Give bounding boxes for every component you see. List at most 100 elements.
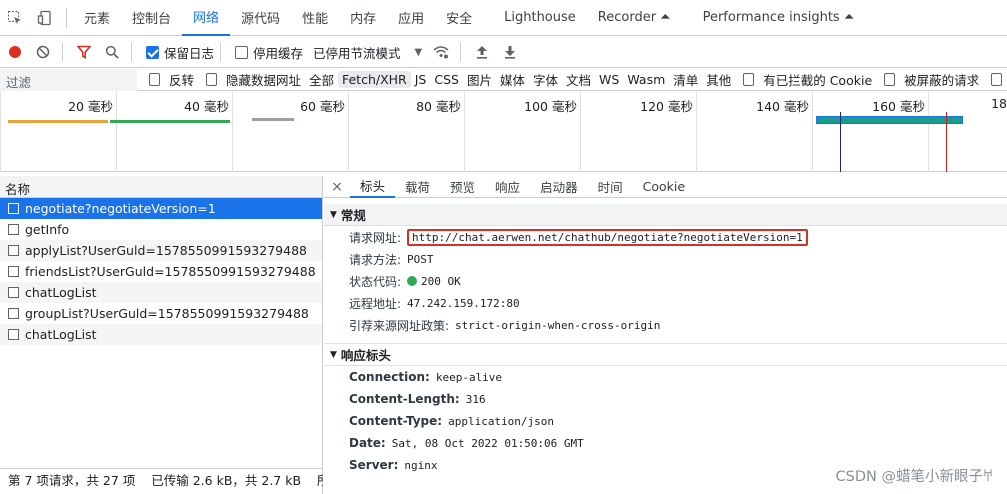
request-list-pane: 名称 negotiate?negotiateVersion=1 getInfo … xyxy=(0,176,323,494)
detail-tabs: × 标头 载荷 预览 响应 启动器 时间 Cookie xyxy=(324,176,1007,198)
request-icon xyxy=(8,266,19,277)
invert-checkbox[interactable] xyxy=(149,73,160,86)
type-filter-css[interactable]: CSS xyxy=(430,72,463,87)
field-label: 请求网址: xyxy=(349,230,402,245)
type-filter-font[interactable]: 字体 xyxy=(529,70,562,89)
request-row[interactable]: getInfo xyxy=(0,219,322,240)
search-button[interactable] xyxy=(99,39,125,65)
request-name: getInfo xyxy=(25,222,70,237)
type-filter-all[interactable]: 全部 xyxy=(305,70,338,89)
type-filter-ws[interactable]: WS xyxy=(595,72,623,87)
timeline-tick: 20 毫秒 xyxy=(68,99,113,114)
blocked-requests-checkbox[interactable] xyxy=(884,73,896,86)
tab-headers[interactable]: 标头 xyxy=(350,176,396,198)
type-filter-media[interactable]: 媒体 xyxy=(496,70,529,89)
request-method-row: 请求方法: POST xyxy=(324,248,1007,270)
grid-line xyxy=(812,92,813,172)
watermark: CSDN @蜡笔小新眼子𐀀 xyxy=(835,469,994,485)
invert-label: 反转 xyxy=(169,73,195,88)
tab-console[interactable]: 控制台 xyxy=(121,0,182,36)
header-value: Sat, 08 Oct 2022 01:50:06 GMT xyxy=(391,436,584,450)
request-name: applyList?UserGuld=1578550991593279488 xyxy=(25,243,307,258)
type-filter-img[interactable]: 图片 xyxy=(463,70,496,89)
header-row: Date: Sat, 08 Oct 2022 01:50:06 GMT xyxy=(324,432,1007,454)
network-toolbar: 保留日志 停用缓存 已停用节流模式 ▼ xyxy=(0,37,1007,68)
general-section-header[interactable]: ▼ 常规 xyxy=(324,204,1007,226)
referrer-policy-row: 引荐来源网址政策: strict-origin-when-cross-origi… xyxy=(324,314,1007,336)
request-name: friendsList?UserGuld=1578550991593279488 xyxy=(25,264,316,279)
header-value: 316 xyxy=(465,392,486,406)
tab-elements[interactable]: 元素 xyxy=(73,0,121,36)
type-filter-other[interactable]: 其他 xyxy=(702,70,735,89)
header-row: Content-Length: 316 xyxy=(324,388,1007,410)
timeline-bar xyxy=(8,120,108,123)
tab-cookies[interactable]: Cookie xyxy=(633,176,695,198)
type-filter-js[interactable]: JS xyxy=(411,72,431,87)
tab-performance-insights[interactable]: Performance insights ⏶ xyxy=(692,0,866,36)
wifi-settings-icon xyxy=(433,46,449,59)
grid-line xyxy=(580,92,581,172)
network-conditions-button[interactable] xyxy=(428,39,454,65)
request-icon xyxy=(8,203,19,214)
header-row: Connection: keep-alive xyxy=(324,366,1007,388)
triangle-down-icon: ▼ xyxy=(330,209,337,220)
tab-sources[interactable]: 源代码 xyxy=(230,0,291,36)
disable-cache-checkbox[interactable] xyxy=(235,45,249,59)
section-title: 响应标头 xyxy=(340,348,391,363)
timeline-overview[interactable]: 20 毫秒 40 毫秒 60 毫秒 80 毫秒 100 毫秒 120 毫秒 14… xyxy=(0,92,1007,172)
type-filter-doc[interactable]: 文档 xyxy=(562,70,595,89)
field-label: 状态代码: xyxy=(349,274,402,289)
header-value: application/json xyxy=(448,414,555,428)
request-row[interactable]: chatLogList xyxy=(0,282,322,303)
inspect-icon[interactable] xyxy=(0,0,30,36)
name-column-header[interactable]: 名称 xyxy=(0,176,322,198)
blocked-cookies-label: 有已拦截的 Cookie xyxy=(763,73,873,88)
filter-button[interactable] xyxy=(71,39,97,65)
import-har-button[interactable] xyxy=(469,39,495,65)
blocked-cookies-checkbox[interactable] xyxy=(743,73,755,86)
third-party-checkbox[interactable] xyxy=(991,73,1003,86)
tab-application[interactable]: 应用 xyxy=(387,0,435,36)
remote-address-value: 47.242.159.172:80 xyxy=(407,296,520,310)
request-name: chatLogList xyxy=(25,285,97,300)
record-button[interactable] xyxy=(2,39,28,65)
tab-lighthouse[interactable]: Lighthouse xyxy=(493,0,587,36)
tab-security[interactable]: 安全 xyxy=(435,0,483,36)
export-har-button[interactable] xyxy=(497,39,523,65)
header-value: keep-alive xyxy=(435,370,503,384)
tab-memory[interactable]: 内存 xyxy=(339,0,387,36)
filter-input[interactable]: 过滤 xyxy=(0,68,138,91)
type-filter-manifest[interactable]: 清单 xyxy=(669,70,702,89)
tab-recorder[interactable]: Recorder ⏶ xyxy=(587,0,682,36)
search-icon xyxy=(105,45,119,59)
preserve-log-checkbox[interactable] xyxy=(146,45,159,59)
clear-button[interactable] xyxy=(30,39,56,65)
timeline-tick: 80 毫秒 xyxy=(416,99,461,114)
request-icon xyxy=(8,329,19,340)
request-row[interactable]: applyList?UserGuld=1578550991593279488 xyxy=(0,240,322,261)
header-name: Content-Length: xyxy=(349,392,460,406)
throttle-select[interactable]: 已停用节流模式 xyxy=(313,43,401,62)
request-row[interactable]: negotiate?negotiateVersion=1 xyxy=(0,198,322,219)
chevron-down-icon[interactable]: ▼ xyxy=(415,47,423,58)
disable-cache-label: 停用缓存 xyxy=(253,45,304,61)
request-row[interactable]: groupList?UserGuld=1578550991593279488 xyxy=(0,303,322,324)
grid-line xyxy=(348,92,349,172)
timeline-tick: 40 毫秒 xyxy=(184,99,229,114)
tab-preview[interactable]: 预览 xyxy=(440,176,485,198)
device-toolbar-icon[interactable] xyxy=(30,0,60,36)
tab-network[interactable]: 网络 xyxy=(182,0,231,36)
hide-data-urls-label: 隐藏数据网址 xyxy=(225,73,301,88)
hide-data-urls-checkbox[interactable] xyxy=(206,73,217,86)
close-icon[interactable]: × xyxy=(324,179,350,195)
request-row[interactable]: friendsList?UserGuld=1578550991593279488 xyxy=(0,261,322,282)
tab-payload[interactable]: 载荷 xyxy=(395,176,440,198)
type-filter-wasm[interactable]: Wasm xyxy=(623,72,669,87)
type-filter-fetch-xhr[interactable]: Fetch/XHR xyxy=(337,71,411,88)
tab-timing[interactable]: 时间 xyxy=(588,176,633,198)
tab-initiator[interactable]: 启动器 xyxy=(530,176,588,198)
tab-response[interactable]: 响应 xyxy=(485,176,530,198)
tab-performance[interactable]: 性能 xyxy=(291,0,339,36)
request-row[interactable]: chatLogList xyxy=(0,324,322,345)
response-headers-section-header[interactable]: ▼ 响应标头 xyxy=(324,344,1007,366)
